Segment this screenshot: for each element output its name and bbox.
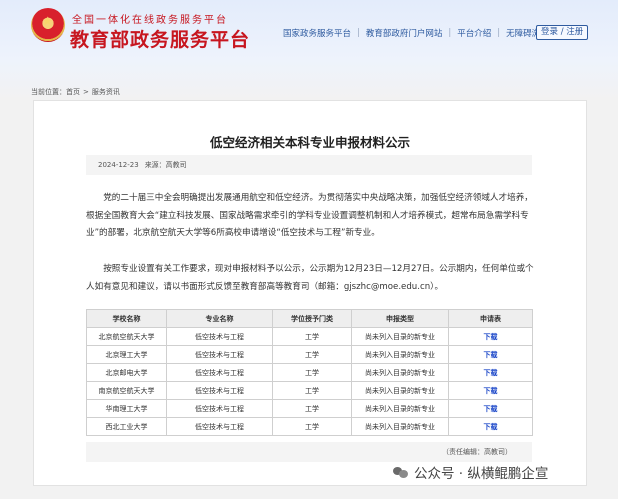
- breadcrumb-home-link[interactable]: 首页: [66, 88, 80, 96]
- editor-text: （责任编辑：高教司）: [442, 448, 512, 456]
- table-row: 西北工业大学 低空技术与工程 工学 尚未列入目录的新专业 下载: [86, 417, 533, 436]
- degree-category: 工学: [272, 327, 352, 346]
- major-name: 低空技术与工程: [166, 417, 273, 436]
- site-title[interactable]: 教育部政务服务平台: [70, 25, 250, 52]
- article-paragraph: 党的二十届三中全会明确提出发展通用航空和低空经济。为贯彻落实中央战略决策，加强低…: [86, 193, 533, 238]
- breadcrumb-prefix: 当前位置：: [31, 88, 66, 96]
- article-title: 低空经济相关本科专业申报材料公示: [209, 135, 410, 150]
- major-name: 低空技术与工程: [166, 345, 273, 364]
- breadcrumb: 当前位置：首页 > 服务资讯: [31, 87, 120, 97]
- column-header: 申报类型: [351, 309, 449, 328]
- school-name: 北京邮电大学: [86, 363, 167, 382]
- wechat-icon: [393, 466, 408, 478]
- download-link[interactable]: 下载: [448, 327, 533, 346]
- download-link[interactable]: 下载: [448, 381, 533, 400]
- column-header: 申请表: [448, 309, 533, 328]
- login-register-button[interactable]: 登录 / 注册: [536, 25, 589, 40]
- column-header: 学位授予门类: [272, 309, 352, 328]
- degree-category: 工学: [272, 399, 352, 418]
- application-type: 尚未列入目录的新专业: [351, 381, 449, 400]
- nav-platform-intro[interactable]: 平台介绍: [457, 27, 491, 39]
- article-date: 2024-12-23: [98, 161, 139, 169]
- major-name: 低空技术与工程: [166, 327, 273, 346]
- table-row: 北京邮电大学 低空技术与工程 工学 尚未列入目录的新专业 下载: [86, 363, 533, 382]
- application-type: 尚未列入目录的新专业: [351, 363, 449, 382]
- major-name: 低空技术与工程: [166, 399, 273, 418]
- article-source: 来源：高教司: [144, 161, 187, 169]
- article-meta: 2024-12-23 来源：高教司: [86, 155, 532, 175]
- article-card: 低空经济相关本科专业申报材料公示 2024-12-23 来源：高教司 党的二十届三…: [33, 100, 587, 486]
- degree-category: 工学: [272, 345, 352, 364]
- breadcrumb-separator: >: [83, 88, 89, 96]
- application-table: 学校名称 专业名称 学位授予门类 申报类型 申请表 北京航空航天大学 低空技术与…: [86, 309, 533, 436]
- article-paragraph: 按照专业设置有关工作要求，现对申报材料予以公示，公示期为12月23日—12月27…: [86, 264, 534, 292]
- table-row: 华南理工大学 低空技术与工程 工学 尚未列入目录的新专业 下载: [86, 399, 533, 418]
- table-header-row: 学校名称 专业名称 学位授予门类 申报类型 申请表: [86, 309, 533, 328]
- application-type: 尚未列入目录的新专业: [351, 345, 449, 364]
- download-link[interactable]: 下载: [448, 345, 533, 364]
- download-link[interactable]: 下载: [448, 399, 533, 418]
- major-name: 低空技术与工程: [166, 381, 273, 400]
- table-row: 南京航空航天大学 低空技术与工程 工学 尚未列入目录的新专业 下载: [86, 381, 533, 400]
- nav-separator: |: [497, 28, 501, 38]
- degree-category: 工学: [272, 381, 352, 400]
- school-name: 北京理工大学: [86, 345, 167, 364]
- school-name: 南京航空航天大学: [86, 381, 167, 400]
- school-name: 北京航空航天大学: [86, 327, 167, 346]
- application-type: 尚未列入目录的新专业: [351, 417, 449, 436]
- watermark: 公众号 · 纵横鲲鹏企宣: [393, 462, 548, 482]
- site-subtitle: 全国一体化在线政务服务平台: [72, 15, 228, 26]
- nav-national-platform[interactable]: 国家政务服务平台: [283, 27, 351, 39]
- breadcrumb-current-link[interactable]: 服务资讯: [92, 88, 120, 96]
- table-row: 北京航空航天大学 低空技术与工程 工学 尚未列入目录的新专业 下载: [86, 327, 533, 346]
- nav-separator: |: [357, 28, 360, 38]
- watermark-text: 公众号 · 纵横鲲鹏企宣: [414, 466, 549, 482]
- site-header: ★ 全国一体化在线政务服务平台 教育部政务服务平台 国家政务服务平台 | 教育部…: [0, 0, 618, 60]
- responsible-editor: （责任编辑：高教司）: [86, 442, 532, 462]
- degree-category: 工学: [272, 417, 352, 436]
- school-name: 西北工业大学: [86, 417, 167, 436]
- top-nav: 国家政务服务平台 | 教育部政府门户网站 | 平台介绍 | 无障碍浏览: [283, 27, 549, 39]
- download-link[interactable]: 下载: [448, 363, 533, 382]
- degree-category: 工学: [272, 363, 352, 382]
- column-header: 学校名称: [86, 309, 167, 328]
- school-name: 华南理工大学: [86, 399, 167, 418]
- table-row: 北京理工大学 低空技术与工程 工学 尚未列入目录的新专业 下载: [86, 345, 533, 364]
- national-emblem-icon: ★: [31, 8, 65, 42]
- application-type: 尚未列入目录的新专业: [351, 327, 449, 346]
- major-name: 低空技术与工程: [166, 363, 273, 382]
- download-link[interactable]: 下载: [448, 417, 533, 436]
- application-type: 尚未列入目录的新专业: [351, 399, 449, 418]
- nav-moe-portal[interactable]: 教育部政府门户网站: [366, 27, 443, 39]
- column-header: 专业名称: [166, 309, 273, 328]
- nav-separator: |: [448, 28, 452, 38]
